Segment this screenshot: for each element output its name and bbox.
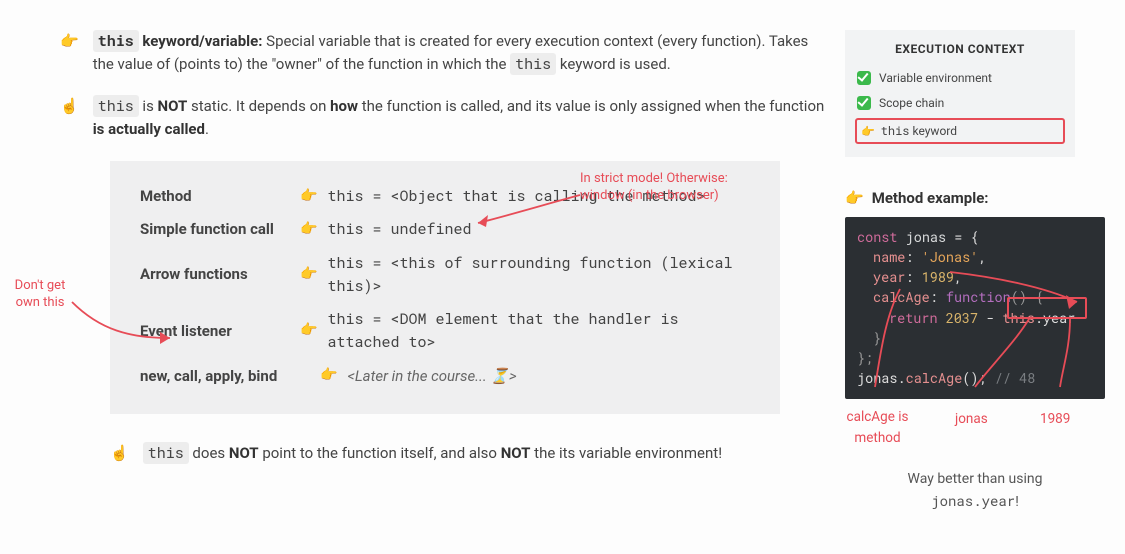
point-text: this does NOT point to the function itse…	[143, 442, 722, 465]
closing-remark: Way better than using jonas.year!	[845, 469, 1105, 514]
label-jonas: jonas	[955, 409, 988, 430]
pointer-icon: 👉	[300, 186, 317, 208]
rules-table: Method 👉 this = <Object that is calling …	[110, 161, 780, 414]
point-not-function: ☝️ this does NOT point to the function i…	[110, 442, 830, 465]
finger-up-icon: ☝️	[60, 95, 79, 142]
label-calcage: calcAge is method	[840, 407, 915, 449]
label-1989: 1989	[1040, 409, 1070, 430]
finger-up-icon: ☝️	[110, 442, 129, 465]
row-simple: Simple function call 👉 this = undefined	[140, 218, 750, 241]
highlight-this-year	[1007, 297, 1087, 319]
pointer-icon: 👉	[320, 365, 337, 387]
row-arrow: Arrow functions 👉 this = <this of surrou…	[140, 252, 750, 299]
context-title: EXECUTION CONTEXT	[855, 40, 1065, 59]
point-definition: 👉 this keyword/variable: Special variabl…	[60, 30, 830, 77]
context-item-scope: Scope chain	[855, 92, 1065, 115]
pointer-icon: 👉	[300, 219, 317, 241]
check-icon	[857, 96, 871, 110]
execution-context-box: EXECUTION CONTEXT Variable environment S…	[845, 30, 1075, 157]
check-icon	[857, 71, 871, 85]
row-later: new, call, apply, bind 👉 <Later in the c…	[140, 365, 750, 388]
row-event: Event listener 👉 this = <DOM element tha…	[140, 308, 750, 355]
pointer-icon: 👉	[300, 320, 317, 342]
pointer-icon: 👉	[861, 123, 875, 140]
code-labels: calcAge is method jonas 1989	[845, 399, 1105, 459]
code-example: const jonas = { name: 'Jonas', year: 198…	[845, 217, 1105, 399]
context-item-this: 👉 this keyword	[855, 118, 1065, 145]
context-item-var-env: Variable environment	[855, 67, 1065, 90]
annotation-no-own-this: Don't get own this	[10, 278, 70, 312]
point-text: this keyword/variable: Special variable …	[93, 30, 830, 77]
point-not-static: ☝️ this is NOT static. It depends on how…	[60, 95, 830, 142]
point-text: this is NOT static. It depends on how th…	[93, 95, 830, 142]
pointer-icon: 👉	[60, 30, 79, 77]
pointer-icon: 👉	[845, 187, 864, 210]
annotation-strict-mode: In strict mode! Otherwise: window (in th…	[580, 171, 760, 205]
pointer-icon: 👉	[300, 264, 317, 286]
method-example-title: 👉 Method example:	[845, 187, 1105, 210]
